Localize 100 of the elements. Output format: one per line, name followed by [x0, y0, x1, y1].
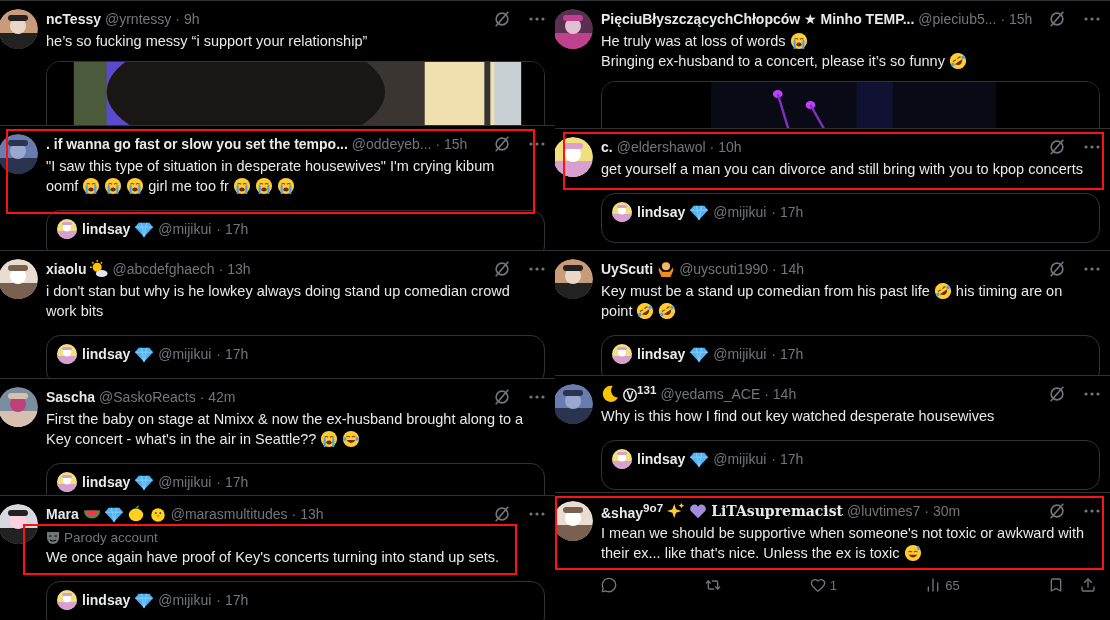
crescent-moon-icon	[601, 385, 619, 403]
crying-face-icon	[276, 177, 295, 195]
gem-icon	[135, 591, 154, 609]
user-handle[interactable]: @uyscuti1990	[679, 261, 769, 277]
like-icon[interactable]	[809, 577, 826, 593]
display-name: &shay$^{9o7}$	[601, 501, 664, 521]
slashed-circle-icon[interactable]	[1048, 10, 1066, 28]
tweet-text: point	[601, 302, 633, 321]
more-icon[interactable]	[529, 142, 545, 146]
slashed-circle-icon[interactable]	[1048, 385, 1066, 403]
laughing-face-icon	[948, 52, 967, 70]
view-count: 65	[945, 577, 960, 593]
gem-icon	[135, 220, 154, 238]
quoted-handle: @mijikui	[158, 474, 212, 490]
repost-icon[interactable]	[705, 577, 722, 593]
crying-face-icon	[232, 177, 251, 195]
user-handle[interactable]: @luvtimes7	[847, 503, 921, 519]
tweet-text: He truly was at loss of words	[601, 32, 786, 51]
gem-icon	[104, 505, 123, 523]
user-handle[interactable]: @eldershawol	[616, 139, 706, 155]
slashed-circle-icon[interactable]	[493, 260, 511, 278]
gem-icon	[690, 203, 709, 221]
gem-icon	[690, 450, 709, 468]
sun-cloud-icon	[90, 260, 109, 278]
user-handle[interactable]: @oddeyeb...	[351, 136, 432, 152]
post-time: · 10h	[709, 139, 742, 155]
post-time: · 15h	[1000, 11, 1033, 27]
quoted-time: · 17h	[216, 346, 249, 362]
more-icon[interactable]	[529, 17, 545, 21]
slashed-circle-icon[interactable]	[493, 388, 511, 406]
more-icon[interactable]	[1084, 392, 1100, 396]
quoted-time: · 17h	[771, 204, 804, 220]
display-name: PięciuBłyszczącychChłopców ★ Minho TEMP...	[601, 11, 915, 27]
tweet-text: his timing are on	[955, 282, 1063, 301]
slashed-circle-icon[interactable]	[493, 10, 511, 28]
more-icon[interactable]	[1084, 509, 1100, 513]
post-time: · 9h	[175, 11, 200, 27]
tweet-text: girl me too fr	[148, 177, 229, 196]
quoted-name: lindsay	[637, 451, 686, 467]
crying-face-icon	[254, 177, 273, 195]
reply-icon[interactable]	[601, 577, 617, 593]
more-icon[interactable]	[1084, 17, 1100, 21]
quoted-time: · 17h	[216, 474, 249, 490]
more-icon[interactable]	[1084, 267, 1100, 271]
quoted-time: · 17h	[216, 592, 249, 608]
quoted-handle: @mijikui	[158, 346, 212, 362]
more-icon[interactable]	[529, 267, 545, 271]
quoted-handle: @mijikui	[713, 204, 767, 220]
display-name: UyScuti	[601, 261, 654, 277]
more-icon[interactable]	[1084, 145, 1100, 149]
crying-face-icon	[126, 177, 145, 195]
sparkles-icon	[667, 502, 686, 520]
more-icon[interactable]	[529, 512, 545, 516]
crying-face-icon	[82, 177, 101, 195]
tweet-text: their ex... like that's nice. Unless the ex is toxic	[601, 544, 900, 563]
quoted-post[interactable]: lindsay @mijikui · 17h	[601, 193, 1100, 243]
display-name: . if wanna go fast or slow you set the tempo...	[46, 136, 348, 152]
quoted-time: · 17h	[771, 451, 804, 467]
post-time: · 15h	[435, 136, 468, 152]
crying-face-icon	[789, 32, 808, 50]
laughing-face-icon	[933, 282, 952, 300]
crying-face-icon	[320, 430, 339, 448]
user-handle[interactable]: @yedams_ACE	[660, 386, 761, 402]
quoted-handle: @mijikui	[158, 221, 212, 237]
display-name: Mara	[46, 506, 79, 522]
parody-label: Parody account	[64, 530, 158, 545]
tweet-text: I mean we should be supportive when someone's not toxic or awkward with	[601, 524, 1085, 543]
quoted-name: lindsay	[637, 204, 686, 220]
quoted-name: lindsay	[82, 221, 131, 237]
user-handle[interactable]: @marasmultitudes	[170, 506, 288, 522]
crying-face-icon	[104, 177, 123, 195]
slashed-circle-icon[interactable]	[1048, 138, 1066, 156]
post-time: · 42m	[199, 389, 236, 405]
user-handle[interactable]: @yrntessy	[105, 11, 172, 27]
tweet-text: First the baby on stage at Nmixx & now the ex-husband brought along to a	[46, 410, 524, 429]
slashed-circle-icon[interactable]	[493, 135, 511, 153]
tweet-text: he’s so fucking messy “i support your relationship”	[46, 32, 368, 51]
post-time: · 13h	[291, 506, 324, 522]
display-name: LiTAsupremacist	[711, 503, 843, 519]
display-name: xiaolu	[46, 261, 87, 277]
quoted-post[interactable]: lindsay @mijikui · 17h	[46, 581, 545, 620]
slashed-circle-icon[interactable]	[493, 505, 511, 523]
gem-icon	[135, 473, 154, 491]
more-icon[interactable]	[529, 395, 545, 399]
quoted-post[interactable]: lindsay @mijikui · 17h	[601, 440, 1100, 490]
tweet-text: get yourself a man you can divorce and still bring with you to kpop concerts	[601, 160, 1083, 179]
slashed-circle-icon[interactable]	[1048, 260, 1066, 278]
chick-icon	[148, 505, 167, 523]
user-handle[interactable]: @pieciub5...	[918, 11, 997, 27]
share-icon[interactable]	[1079, 577, 1096, 593]
post-time: · 13h	[218, 261, 251, 277]
gem-icon	[690, 345, 709, 363]
slashed-circle-icon[interactable]	[1048, 502, 1066, 520]
user-handle[interactable]: @abcdefghaech	[112, 261, 215, 277]
display-name: ncTessy	[46, 11, 101, 27]
tweet-text: work bits	[46, 302, 104, 321]
like-count: 1	[829, 577, 837, 593]
display-name: Ⓥ$^{131}$	[623, 383, 657, 405]
user-handle[interactable]: @SaskoReacts	[99, 389, 196, 405]
lemon-icon	[126, 505, 145, 523]
